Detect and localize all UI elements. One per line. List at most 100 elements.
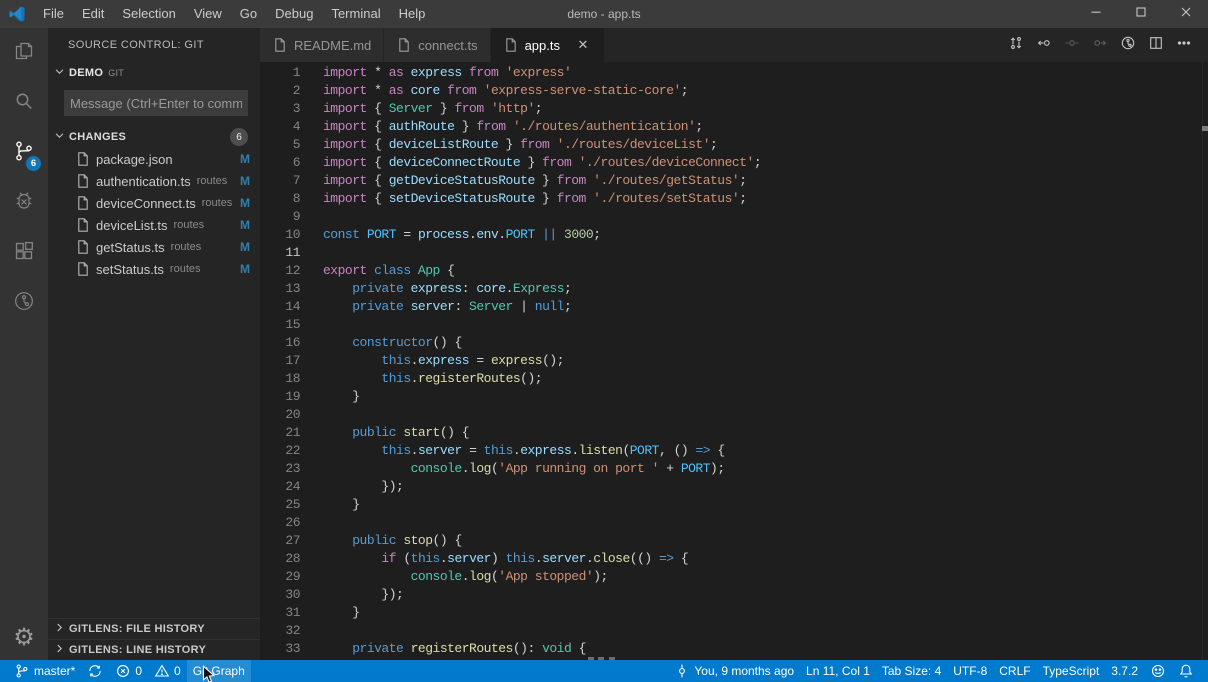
status-notifications-bell[interactable] [1172,660,1200,682]
code-line[interactable]: 23 console.log('App running on port ' + … [260,460,1208,478]
status-ln-11-col-1[interactable]: Ln 11, Col 1 [800,660,876,682]
code-editor[interactable]: 1import * as express from 'express'2impo… [260,62,1208,660]
split-editor-button[interactable] [1142,31,1170,59]
status-3-7-2[interactable]: 3.7.2 [1105,660,1144,682]
tab-connect.ts[interactable]: connect.ts [384,28,490,62]
code-line[interactable]: 12export class App { [260,262,1208,280]
activity-item-source-control[interactable]: 6 [0,128,48,178]
close-tab-icon[interactable]: ✕ [574,37,592,53]
activity-item-git-graph[interactable] [0,278,48,328]
gitlens-line-history-panel[interactable]: GITLENS: LINE HISTORY [48,639,260,660]
file-row-deviceList.ts[interactable]: deviceList.tsroutesM [48,214,260,236]
clipped-line-fragment [609,657,615,660]
split-editor-icon [1148,35,1164,56]
code-line[interactable]: 11 [260,244,1208,262]
code-line[interactable]: 5import { deviceListRoute } from './rout… [260,136,1208,154]
settings-gear-button[interactable]: ⚙ [0,614,48,660]
activity-item-extensions[interactable] [0,228,48,278]
repo-provider-row[interactable]: DEMO GIT [48,62,260,84]
menu-edit[interactable]: Edit [73,0,113,28]
status-utf-8[interactable]: UTF-8 [947,660,993,682]
more-actions-button[interactable] [1170,31,1198,59]
file-row-deviceConnect.ts[interactable]: deviceConnect.tsroutesM [48,192,260,214]
file-row-authentication.ts[interactable]: authentication.tsroutesM [48,170,260,192]
code-line[interactable]: 29 console.log('App stopped'); [260,568,1208,586]
code-line[interactable]: 19 } [260,388,1208,406]
menu-selection[interactable]: Selection [113,0,184,28]
file-row-getStatus.ts[interactable]: getStatus.tsroutesM [48,236,260,258]
line-number: 14 [260,298,300,316]
code-line[interactable]: 2import * as core from 'express-serve-st… [260,82,1208,100]
file-row-setStatus.ts[interactable]: setStatus.tsroutesM [48,258,260,280]
status-feedback-smiley[interactable] [1144,660,1172,682]
status-0[interactable]: 0 [109,660,148,682]
code-line[interactable]: 20 [260,406,1208,424]
overview-ruler[interactable] [1202,62,1208,660]
commit-message-input[interactable] [64,90,248,116]
code-line[interactable]: 3import { Server } from 'http'; [260,100,1208,118]
code-line[interactable]: 33 private registerRoutes(): void { [260,640,1208,658]
activity-item-debug[interactable] [0,178,48,228]
code-line[interactable]: 13 private express: core.Express; [260,280,1208,298]
file-row-package.json[interactable]: package.jsonM [48,148,260,170]
code-line[interactable]: 9 [260,208,1208,226]
code-line[interactable]: 21 public start() { [260,424,1208,442]
activity-item-explorer[interactable] [0,28,48,78]
code-line[interactable]: 1import * as express from 'express' [260,64,1208,82]
line-number: 28 [260,550,300,568]
status-master[interactable]: master* [8,660,81,682]
git-graph-view-button[interactable] [1114,31,1142,59]
status-0[interactable]: 0 [148,660,187,682]
file-icon [503,37,519,53]
menu-go[interactable]: Go [231,0,266,28]
maximize-window-button[interactable] [1118,0,1163,28]
code-line[interactable]: 14 private server: Server | null; [260,298,1208,316]
open-changes-button[interactable] [1002,31,1030,59]
code-line[interactable]: 8import { setDeviceStatusRoute } from '.… [260,190,1208,208]
code-line[interactable]: 17 this.express = express(); [260,352,1208,370]
code-line[interactable]: 10const PORT = process.env.PORT || 3000; [260,226,1208,244]
code-line[interactable]: 25 } [260,496,1208,514]
code-line[interactable]: 6import { deviceConnectRoute } from './r… [260,154,1208,172]
code-line[interactable]: 24 }); [260,478,1208,496]
code-line[interactable]: 22 this.server = this.express.listen(POR… [260,442,1208,460]
gitlens-file-history-panel[interactable]: GITLENS: FILE HISTORY [48,618,260,639]
line-number: 21 [260,424,300,442]
code-line[interactable]: 28 if (this.server) this.server.close(()… [260,550,1208,568]
search-icon [12,89,36,118]
code-line[interactable]: 30 }); [260,586,1208,604]
status-you-9-months-ago[interactable]: You, 9 months ago [668,660,800,682]
menu-debug[interactable]: Debug [266,0,322,28]
menu-terminal[interactable]: Terminal [322,0,389,28]
open-changes-icon [1008,35,1024,56]
code-line[interactable]: 32 [260,622,1208,640]
menu-help[interactable]: Help [390,0,435,28]
code-line[interactable]: 18 this.registerRoutes(); [260,370,1208,388]
tab-README.md[interactable]: README.md [260,28,384,62]
tab-app.ts[interactable]: app.ts✕ [491,28,605,62]
menu-file[interactable]: File [34,0,73,28]
code-line[interactable]: 27 public stop() { [260,532,1208,550]
status-git-graph[interactable]: Git Graph [187,660,251,682]
file-icon [75,239,91,255]
minimize-window-button[interactable] [1073,0,1118,28]
status-sync[interactable] [81,660,109,682]
code-line[interactable]: 31 } [260,604,1208,622]
menu-view[interactable]: View [185,0,231,28]
code-line[interactable]: 26 [260,514,1208,532]
previous-change-button[interactable] [1030,31,1058,59]
code-line[interactable]: 4import { authRoute } from './routes/aut… [260,118,1208,136]
changes-section-header[interactable]: CHANGES 6 [48,126,260,148]
code-line[interactable]: 7import { getDeviceStatusRoute } from '.… [260,172,1208,190]
status-tab-size-4[interactable]: Tab Size: 4 [876,660,947,682]
code-line[interactable]: 16 constructor() { [260,334,1208,352]
editor-group: README.mdconnect.tsapp.ts✕ 1import * as … [260,28,1208,660]
code-line[interactable]: 15 [260,316,1208,334]
activity-item-search[interactable] [0,78,48,128]
close-window-button[interactable] [1163,0,1208,28]
status-typescript[interactable]: TypeScript [1037,660,1106,682]
status-crlf[interactable]: CRLF [993,660,1036,682]
file-icon [75,151,91,167]
previous-diff-icon [1064,35,1080,56]
code-area: 1import * as express from 'express'2impo… [260,62,1208,660]
